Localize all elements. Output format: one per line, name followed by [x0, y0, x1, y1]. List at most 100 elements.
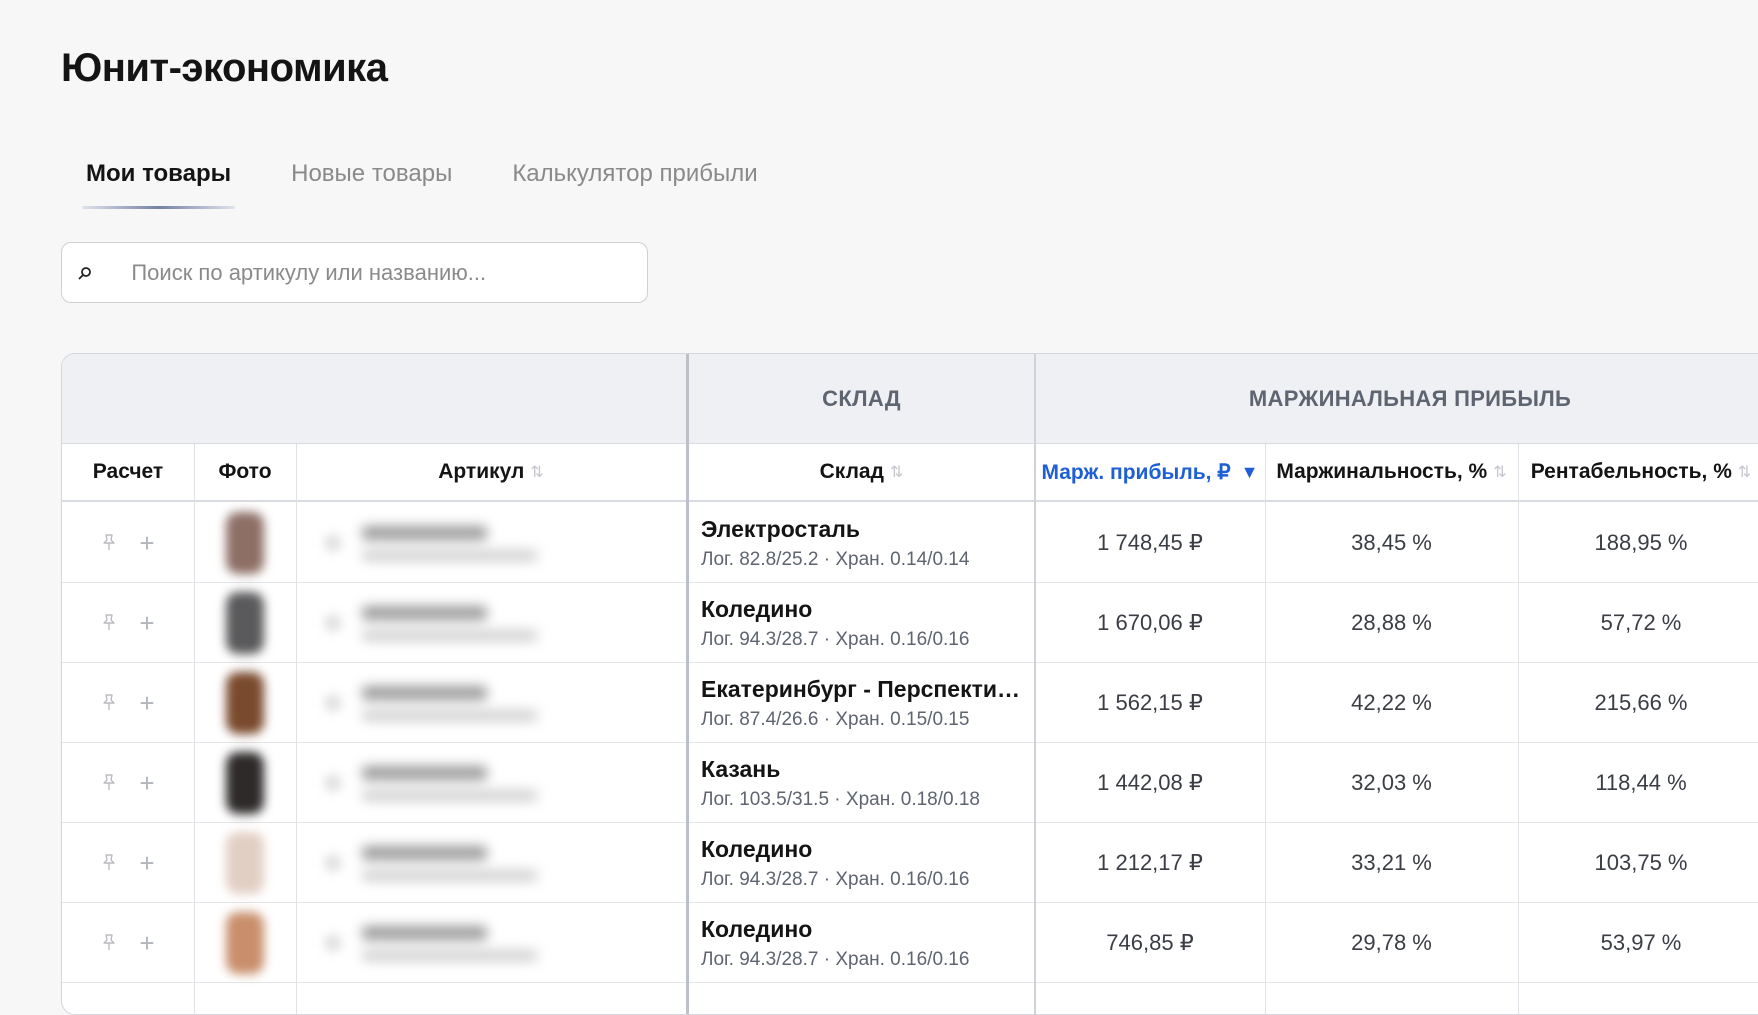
table-row[interactable]: + Коледино Лог. 94.3/28.7 · Хран. 0.16/0.1…: [62, 903, 1758, 983]
column-header-article[interactable]: Артикул ⇅: [296, 444, 686, 502]
photo-cell: [194, 823, 296, 903]
margin-profit-value: 1 212,17 ₽: [1097, 850, 1203, 875]
profitability-value: 103,75 %: [1594, 850, 1688, 875]
pin-icon[interactable]: [101, 854, 117, 872]
plus-icon[interactable]: +: [139, 848, 154, 879]
article-cell: [296, 503, 686, 583]
product-thumbnail: [226, 832, 264, 894]
column-header-marginality[interactable]: Маржинальность, % ⇅: [1265, 444, 1518, 502]
photo-cell: [194, 903, 296, 983]
warehouse-name: Коледино: [701, 595, 813, 622]
warehouse-name: Казань: [701, 755, 781, 782]
sort-icon[interactable]: ⇅: [1738, 462, 1751, 482]
warehouse-cell: Коледино Лог. 94.3/28.7 · Хран. 0.16/0.16: [689, 903, 1034, 983]
column-header-calc: Расчет: [62, 444, 194, 502]
unit-economics-table: СКЛАД МАРЖИНАЛЬНАЯ ПРИБЫЛЬ Расчет Фото А…: [61, 353, 1758, 1015]
plus-icon[interactable]: +: [139, 528, 154, 559]
column-header-article-label: Артикул: [438, 460, 525, 483]
column-header-warehouse[interactable]: Склад ⇅: [689, 444, 1034, 502]
article-redacted: [326, 765, 537, 801]
profitability-value: 118,44 %: [1595, 770, 1687, 795]
warehouse-name: Электросталь: [701, 515, 861, 542]
calc-cell: +: [62, 743, 194, 823]
search-input[interactable]: [111, 258, 647, 287]
group-header-warehouse: СКЛАД: [689, 354, 1034, 444]
tab-profit-calculator[interactable]: Калькулятор прибыли: [512, 160, 757, 188]
warehouse-meta: Лог. 94.3/28.7 · Хран. 0.16/0.16: [701, 628, 970, 650]
article-cell: [296, 583, 686, 663]
margin-profit-value: 1 442,08 ₽: [1097, 770, 1203, 795]
article-redacted: [326, 685, 537, 721]
table-row[interactable]: + Электросталь Лог. 82.8/25.2 · Хран. 0.14…: [62, 503, 1758, 583]
photo-cell: [194, 503, 296, 583]
column-divider: [296, 444, 297, 1014]
column-divider: [1518, 444, 1519, 1014]
table-row[interactable]: + Коледино Лог. 94.3/28.7 · Хран. 0.16/0.1…: [62, 583, 1758, 663]
article-cell: [296, 663, 686, 743]
warehouse-meta: Лог. 103.5/31.5 · Хран. 0.18/0.18: [701, 788, 980, 810]
marginality-value: 33,21 %: [1351, 850, 1432, 875]
sort-icon[interactable]: ⇅: [530, 462, 543, 482]
plus-icon[interactable]: +: [139, 768, 154, 799]
column-header-warehouse-label: Склад: [819, 460, 884, 483]
photo-cell: [194, 663, 296, 743]
pin-icon[interactable]: [101, 934, 117, 952]
pin-icon[interactable]: [101, 774, 117, 792]
pin-icon[interactable]: [101, 614, 117, 632]
pin-icon[interactable]: [101, 694, 117, 712]
column-header-profitability[interactable]: Рентабельность, % ⇅: [1518, 444, 1758, 502]
column-header-margin-profit-label: Марж. прибыль, ₽: [1041, 460, 1231, 484]
tab-my-products[interactable]: Мои товары: [81, 160, 236, 209]
article-redacted: [326, 525, 537, 561]
group-header-empty: [62, 354, 687, 444]
article-cell: [296, 823, 686, 903]
sort-desc-icon[interactable]: ▼: [1241, 462, 1259, 483]
warehouse-cell: Коледино Лог. 94.3/28.7 · Хран. 0.16/0.16: [689, 583, 1034, 663]
calc-cell: +: [62, 583, 194, 663]
product-thumbnail: [226, 752, 264, 814]
warehouse-meta: Лог. 82.8/25.2 · Хран. 0.14/0.14: [701, 548, 970, 570]
profitability-value: 53,97 %: [1600, 930, 1682, 955]
page-title: Юнит-экономика: [61, 46, 388, 90]
marginality-value: 38,45 %: [1351, 530, 1432, 555]
article-redacted: [326, 845, 537, 881]
photo-cell: [194, 583, 296, 663]
margin-profit-value: 1 748,45 ₽: [1097, 530, 1203, 555]
column-divider: [1034, 354, 1036, 1014]
column-header-margin-profit[interactable]: Марж. прибыль, ₽ ▼: [1035, 444, 1265, 502]
marginality-value: 28,88 %: [1351, 610, 1432, 635]
warehouse-cell: Екатеринбург - Перспективный Лог. 87.4/26…: [689, 663, 1034, 743]
marginality-value: 29,78 %: [1351, 930, 1432, 955]
tab-new-products[interactable]: Новые товары: [291, 160, 452, 188]
product-thumbnail: [226, 912, 264, 974]
sort-icon[interactable]: ⇅: [1493, 462, 1506, 482]
article-redacted: [326, 605, 537, 641]
plus-icon[interactable]: +: [139, 928, 154, 959]
column-header-calc-label: Расчет: [92, 460, 164, 483]
warehouse-name: Екатеринбург - Перспективный: [701, 675, 1031, 702]
article-cell: [296, 743, 686, 823]
sort-icon[interactable]: ⇅: [890, 462, 903, 482]
warehouse-name: Коледино: [701, 915, 813, 942]
margin-profit-value: 1 562,15 ₽: [1097, 690, 1203, 715]
warehouse-cell: Электросталь Лог. 82.8/25.2 · Хран. 0.14/…: [689, 503, 1034, 583]
warehouse-name: Коледино: [701, 835, 813, 862]
group-header-margin: МАРЖИНАЛЬНАЯ ПРИБЫЛЬ: [1035, 354, 1758, 444]
column-header-photo: Фото: [194, 444, 296, 502]
article-cell: [296, 903, 686, 983]
plus-icon[interactable]: +: [139, 688, 154, 719]
calc-cell: +: [62, 663, 194, 743]
margin-profit-value: 746,85 ₽: [1106, 930, 1194, 955]
warehouse-meta: Лог. 87.4/26.6 · Хран. 0.15/0.15: [701, 708, 970, 730]
table-row[interactable]: + Коледино Лог. 94.3/28.7 · Хран. 0.16/0.1…: [62, 823, 1758, 903]
warehouse-cell: Коледино Лог. 94.3/28.7 · Хран. 0.16/0.16: [689, 823, 1034, 903]
calc-cell: +: [62, 503, 194, 583]
pin-icon[interactable]: [101, 534, 117, 552]
plus-icon[interactable]: +: [139, 608, 154, 639]
tabs-bar: Мои товары Новые товары Калькулятор приб…: [81, 160, 758, 209]
marginality-value: 42,22 %: [1351, 690, 1432, 715]
table-row[interactable]: + Казань Лог. 103.5/31.5 · Хран. 0.18/0.18…: [62, 743, 1758, 823]
product-thumbnail: [226, 592, 264, 654]
search-box: [61, 242, 648, 303]
table-row[interactable]: + Екатеринбург - Перспективный Лог. 87.4/2…: [62, 663, 1758, 743]
